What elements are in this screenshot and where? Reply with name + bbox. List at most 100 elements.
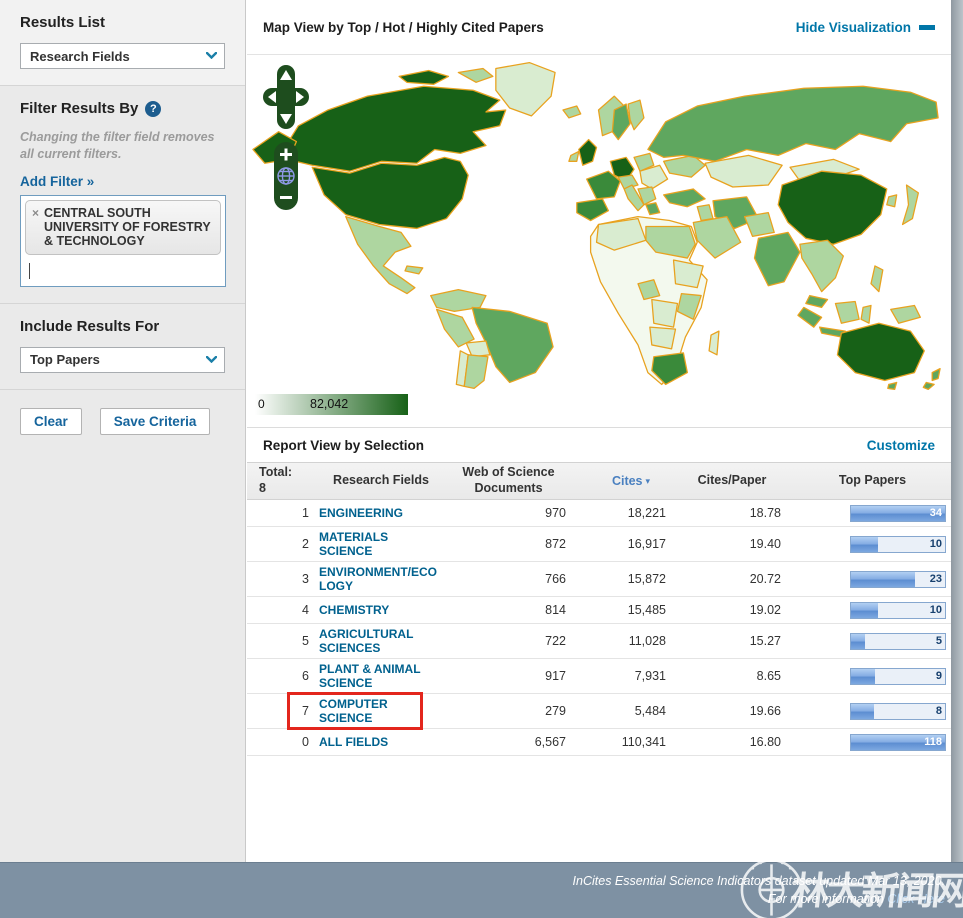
row-field-link[interactable]: ENGINEERING bbox=[319, 506, 403, 520]
map-controls bbox=[263, 65, 311, 210]
results-list-heading: Results List bbox=[20, 14, 106, 31]
sidebar: Results List Research Fields Filter Resu… bbox=[0, 0, 246, 862]
results-list-select[interactable]: Research Fields bbox=[20, 43, 225, 69]
include-results-selected-value: Top Papers bbox=[30, 352, 100, 368]
row-docs: 970 bbox=[545, 506, 566, 520]
map-color-scale: 0 82,042 bbox=[255, 394, 408, 415]
column-header-research-fields[interactable]: Research Fields bbox=[319, 473, 451, 489]
row-cites: 15,485 bbox=[627, 603, 666, 617]
top-papers-bar[interactable]: 5 bbox=[850, 632, 946, 650]
row-field-link[interactable]: PLANT & ANIMAL SCIENCE bbox=[319, 662, 439, 690]
remove-filter-icon[interactable]: × bbox=[32, 206, 39, 220]
row-docs: 766 bbox=[545, 572, 566, 586]
include-results-select[interactable]: Top Papers bbox=[20, 346, 225, 373]
row-rank: 0 bbox=[302, 735, 309, 749]
top-papers-bar-value: 118 bbox=[924, 735, 942, 748]
top-papers-bar-value: 9 bbox=[935, 669, 942, 682]
main-panel: Map View by Top / Hot / Highly Cited Pap… bbox=[247, 0, 951, 862]
top-papers-bar-value: 5 bbox=[935, 634, 942, 647]
zoom-out-icon bbox=[280, 196, 292, 199]
report-view-title: Report View by Selection bbox=[263, 437, 425, 453]
top-papers-bar-fill bbox=[851, 602, 879, 618]
top-papers-bar[interactable]: 9 bbox=[850, 667, 946, 685]
help-icon[interactable]: ? bbox=[145, 100, 162, 117]
row-cites-per-paper: 18.78 bbox=[749, 506, 781, 520]
table-row: 6 PLANT & ANIMAL SCIENCE 917 7,931 8.65 … bbox=[247, 659, 951, 694]
table-row: 2 MATERIALS SCIENCE 872 16,917 19.40 10 bbox=[247, 527, 951, 562]
total-label: Total: bbox=[259, 465, 293, 480]
top-papers-bar-fill bbox=[851, 571, 915, 587]
top-papers-bar-value: 34 bbox=[929, 506, 942, 519]
table-row: 4 CHEMISTRY 814 15,485 19.02 10 bbox=[247, 597, 951, 624]
save-criteria-button[interactable]: Save Criteria bbox=[99, 407, 211, 435]
choropleth-world-map[interactable] bbox=[251, 57, 947, 391]
row-docs: 6,567 bbox=[534, 735, 566, 749]
chevron-down-icon bbox=[206, 52, 217, 59]
row-field-link[interactable]: MATERIALS SCIENCE bbox=[319, 530, 439, 558]
row-docs: 917 bbox=[545, 669, 566, 683]
clear-button[interactable]: Clear bbox=[20, 407, 82, 435]
map-view-header: Map View by Top / Hot / Highly Cited Pap… bbox=[247, 0, 951, 55]
sort-desc-icon: ▾ bbox=[645, 476, 651, 486]
row-cites-per-paper: 8.65 bbox=[756, 669, 781, 683]
top-papers-bar-fill bbox=[851, 633, 866, 649]
row-field-link[interactable]: AGRICULTURAL SCIENCES bbox=[319, 627, 439, 655]
row-rank: 3 bbox=[302, 572, 309, 586]
row-cites-per-paper: 16.80 bbox=[749, 735, 781, 749]
column-header-wos-documents[interactable]: Web of Science Documents bbox=[451, 465, 579, 496]
column-header-top-papers[interactable]: Top Papers bbox=[799, 473, 951, 489]
filter-tag-label: CENTRAL SOUTH UNIVERSITY OF FORESTRY & T… bbox=[44, 205, 211, 248]
row-docs: 722 bbox=[545, 634, 566, 648]
top-papers-bar[interactable]: 10 bbox=[850, 535, 946, 553]
row-cites: 15,872 bbox=[627, 572, 666, 586]
row-cites-per-paper: 20.72 bbox=[749, 572, 781, 586]
map-zoom-control[interactable] bbox=[274, 142, 298, 210]
top-papers-bar[interactable]: 10 bbox=[850, 601, 946, 619]
row-docs: 279 bbox=[545, 704, 566, 718]
top-papers-bar-fill bbox=[851, 703, 874, 719]
filter-input-box[interactable]: × CENTRAL SOUTH UNIVERSITY OF FORESTRY &… bbox=[20, 194, 226, 287]
top-papers-bar-value: 8 bbox=[935, 704, 942, 717]
table-header-row: Total: 8 Research Fields Web of Science … bbox=[247, 462, 951, 500]
results-list-selected-value: Research Fields bbox=[30, 48, 130, 64]
map-view-title: Map View by Top / Hot / Highly Cited Pap… bbox=[263, 19, 544, 35]
row-cites-per-paper: 19.40 bbox=[749, 537, 781, 551]
column-header-cites-per-paper[interactable]: Cites/Paper bbox=[683, 473, 799, 489]
table-row: 0 ALL FIELDS 6,567 110,341 16.80 118 bbox=[247, 729, 951, 756]
hide-visualization-link[interactable]: Hide Visualization bbox=[796, 20, 935, 35]
window-edge-scroll-strip[interactable] bbox=[951, 0, 963, 862]
footer-dataset-note: InCites Essential Science Indicators dat… bbox=[572, 874, 945, 888]
top-papers-bar[interactable]: 34 bbox=[850, 504, 946, 522]
top-papers-bar-value: 23 bbox=[929, 572, 942, 585]
scale-max-label: 82,042 bbox=[310, 397, 349, 411]
row-cites-per-paper: 15.27 bbox=[749, 634, 781, 648]
report-table-body: 1 ENGINEERING 970 18,221 18.78 34 2 MATE… bbox=[247, 500, 951, 756]
customize-link[interactable]: Customize bbox=[867, 438, 935, 453]
filter-tag: × CENTRAL SOUTH UNIVERSITY OF FORESTRY &… bbox=[25, 199, 221, 255]
row-cites: 110,341 bbox=[621, 735, 666, 749]
row-cites: 16,917 bbox=[627, 537, 666, 551]
top-papers-bar[interactable]: 8 bbox=[850, 702, 946, 720]
row-field-link[interactable]: COMPUTER SCIENCE bbox=[319, 697, 439, 725]
total-count-header: Total: 8 bbox=[247, 465, 319, 496]
table-row: 3 ENVIRONMENT/ECOLOGY 766 15,872 20.72 2… bbox=[247, 562, 951, 597]
top-papers-bar-value: 10 bbox=[929, 537, 942, 550]
map-pan-control[interactable] bbox=[263, 65, 309, 129]
row-rank: 2 bbox=[302, 537, 309, 551]
add-filter-link[interactable]: Add Filter » bbox=[20, 174, 94, 189]
footer: InCites Essential Science Indicators dat… bbox=[0, 862, 963, 918]
scale-min-label: 0 bbox=[258, 397, 265, 411]
row-field-link[interactable]: ALL FIELDS bbox=[319, 735, 388, 749]
row-cites: 7,931 bbox=[634, 669, 666, 683]
top-papers-bar[interactable]: 118 bbox=[850, 733, 946, 751]
row-field-link[interactable]: CHEMISTRY bbox=[319, 603, 389, 617]
table-row: 7 COMPUTER SCIENCE 279 5,484 19.66 8 bbox=[247, 692, 951, 730]
table-row: 1 ENGINEERING 970 18,221 18.78 34 bbox=[247, 500, 951, 527]
row-field-link[interactable]: ENVIRONMENT/ECOLOGY bbox=[319, 565, 439, 593]
filter-section: Filter Results By ? Changing the filter … bbox=[0, 86, 245, 304]
row-cites: 5,484 bbox=[634, 704, 666, 718]
top-papers-bar[interactable]: 23 bbox=[850, 570, 946, 588]
incites-esi-page: Results List Research Fields Filter Resu… bbox=[0, 0, 963, 918]
column-header-cites[interactable]: Cites ▾ bbox=[579, 474, 683, 488]
click-here-link[interactable]: Click Here bbox=[887, 892, 945, 906]
